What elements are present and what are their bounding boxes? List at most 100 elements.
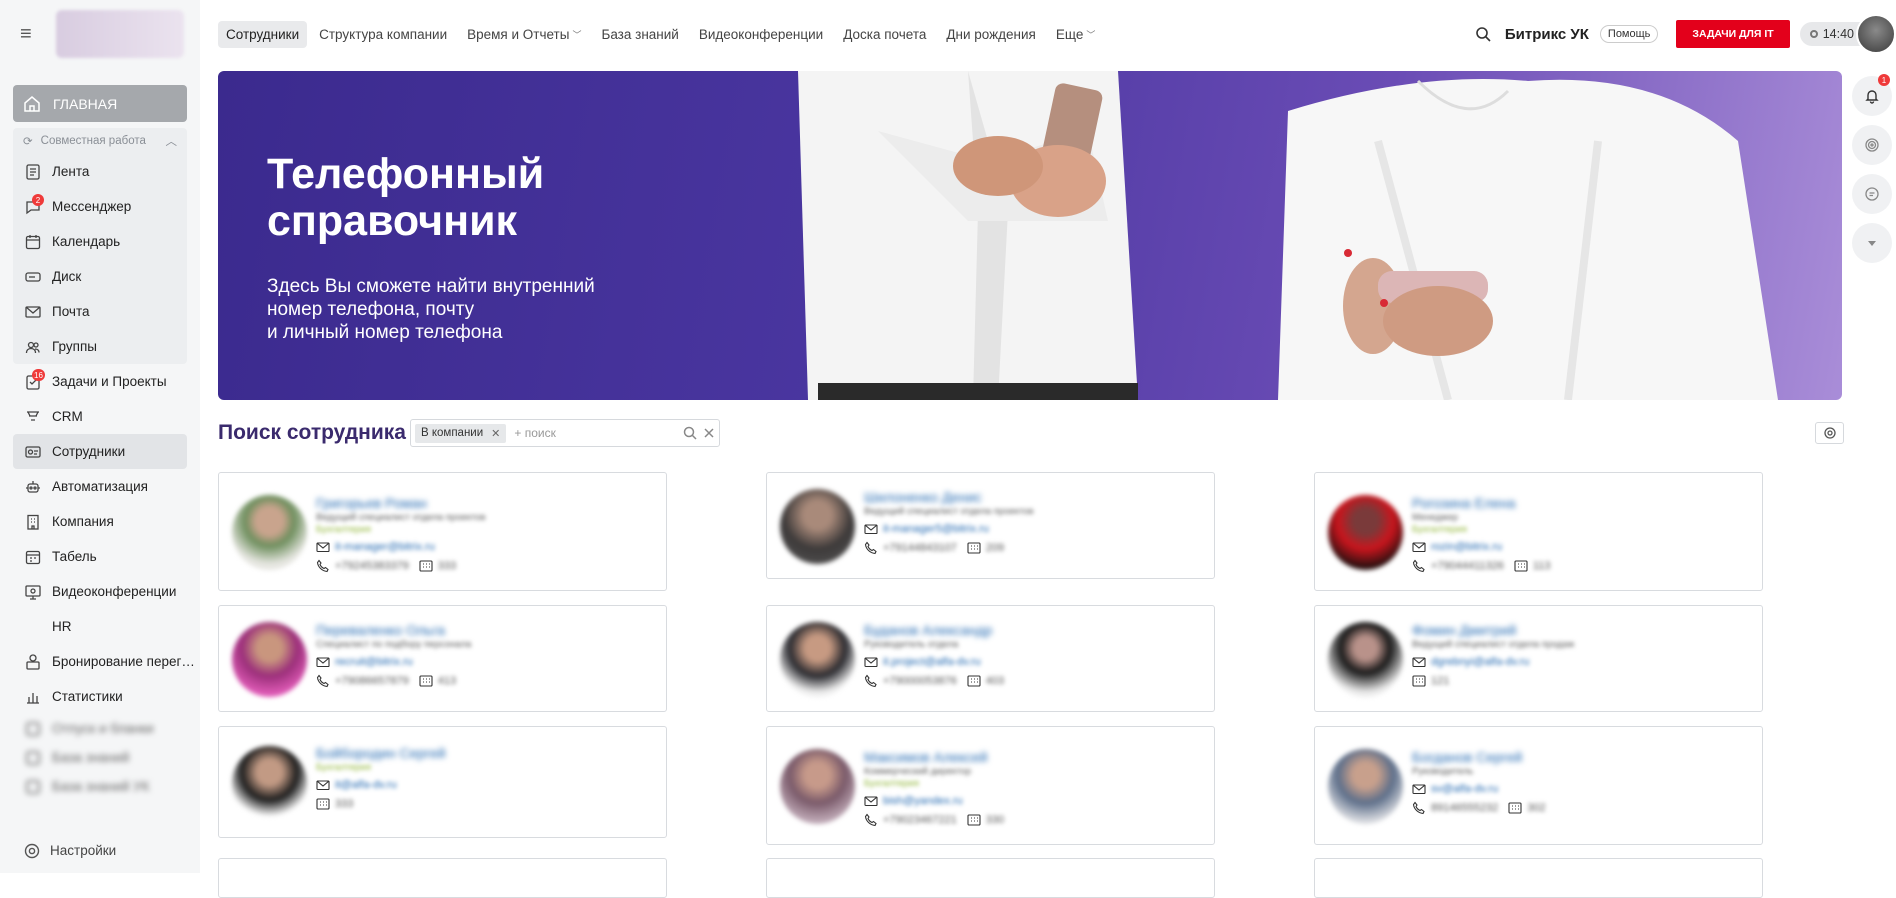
employee-phone[interactable]: +79245383379 bbox=[335, 560, 409, 572]
tab[interactable]: Дни рождения bbox=[938, 21, 1043, 48]
sidebar-item[interactable]: Видеоконференции bbox=[0, 574, 200, 609]
sidebar-item[interactable]: Отпуск и бланки bbox=[0, 714, 200, 743]
tab[interactable]: Сотрудники bbox=[218, 20, 308, 48]
employee-name[interactable]: Переваленко Ольга bbox=[316, 622, 656, 638]
employee-email[interactable]: it-manager5@bitrix.ru bbox=[883, 523, 989, 535]
tab[interactable]: Доска почета bbox=[835, 21, 934, 48]
chat-button[interactable] bbox=[1852, 174, 1892, 214]
employee-card[interactable] bbox=[766, 858, 1215, 898]
notifications-button[interactable]: 1 bbox=[1852, 74, 1892, 116]
menu-icon[interactable]: ≡ bbox=[20, 23, 42, 46]
employee-photo[interactable] bbox=[232, 495, 307, 570]
tab[interactable]: Время и Отчеты ﹀ bbox=[459, 21, 589, 48]
employee-phone[interactable]: +79144843107 bbox=[883, 542, 957, 554]
employee-photo[interactable] bbox=[1328, 622, 1403, 697]
employee-email[interactable]: it.project@alfa-dv.ru bbox=[883, 656, 981, 668]
sidebar-item[interactable]: CRM bbox=[0, 399, 200, 434]
employee-card[interactable]: Григорьев Роман Ведущий специалист отдела… bbox=[218, 472, 667, 591]
employee-extension: 121 bbox=[1431, 674, 1450, 687]
employee-email[interactable]: rozin@bitrix.ru bbox=[1431, 541, 1502, 553]
employee-phone[interactable]: +79023467221 bbox=[883, 814, 957, 826]
tab[interactable]: Видеоконференции bbox=[691, 21, 831, 48]
employee-phone[interactable]: +79000053876 bbox=[883, 675, 957, 687]
employee-card[interactable] bbox=[218, 858, 667, 898]
employee-name[interactable]: Буданов Александр bbox=[864, 622, 1204, 638]
sidebar-item[interactable]: Календарь bbox=[13, 224, 187, 259]
employee-photo[interactable] bbox=[232, 746, 307, 821]
clear-icon[interactable] bbox=[703, 427, 715, 439]
sidebar-item[interactable]: Автоматизация bbox=[0, 469, 200, 504]
employee-name[interactable]: Григорьев Роман bbox=[316, 495, 656, 511]
employee-name[interactable]: Рогозина Елена bbox=[1412, 495, 1752, 511]
filter-chip[interactable]: В компании ✕ bbox=[415, 423, 507, 443]
employee-name[interactable]: Шилоненко Денис bbox=[864, 489, 1204, 505]
employee-photo[interactable] bbox=[232, 622, 307, 697]
employee-card[interactable]: Переваленко Ольга Специалист по подбору п… bbox=[218, 605, 667, 712]
sidebar-item[interactable]: Мессенджер 2 bbox=[13, 189, 187, 224]
sidebar-item[interactable]: HR bbox=[0, 609, 200, 644]
user-avatar[interactable] bbox=[1856, 14, 1896, 54]
sidebar-item-home[interactable]: ГЛАВНАЯ bbox=[13, 85, 187, 122]
employee-info: Шилоненко Денис Ведущий специалист отдела… bbox=[864, 489, 1204, 555]
sidebar-item[interactable]: Сотрудники bbox=[13, 434, 187, 469]
employee-name[interactable]: Богданов Сергей bbox=[1412, 749, 1752, 765]
employee-card[interactable]: Богданов Сергей Руководитель sv@alfa-dv.ru… bbox=[1314, 726, 1763, 845]
employee-email[interactable]: it@alfa-dv.ru bbox=[335, 779, 397, 791]
search-icon[interactable] bbox=[1475, 26, 1491, 42]
employee-card[interactable]: Бойбородин Сергей Бухгалтерия it@alfa-dv.r… bbox=[218, 726, 667, 838]
grid-settings-button[interactable] bbox=[1815, 422, 1844, 444]
copilot-button[interactable] bbox=[1852, 125, 1892, 165]
employee-phone[interactable]: +79044411326 bbox=[1431, 560, 1504, 572]
employee-card[interactable]: Фомин Дмитрий Ведущий специалист отдела п… bbox=[1314, 605, 1763, 712]
employee-photo[interactable] bbox=[780, 489, 855, 564]
sidebar: ≡ ГЛАВНАЯ ⟳ Совместная работа ︿ Лента Мес… bbox=[0, 0, 200, 873]
search-input[interactable]: + поиск bbox=[514, 426, 555, 440]
sidebar-item[interactable]: Задачи и Проекты 16 bbox=[0, 364, 200, 399]
sidebar-item[interactable]: Лента bbox=[13, 154, 187, 189]
company-logo[interactable] bbox=[56, 10, 184, 58]
sidebar-item[interactable]: Табель bbox=[0, 539, 200, 574]
mail-icon bbox=[1412, 782, 1431, 796]
employee-department: Бухгалтерия bbox=[864, 778, 919, 789]
employee-email[interactable]: bish@yandex.ru bbox=[883, 795, 963, 807]
sidebar-item-settings[interactable]: Настройки bbox=[0, 828, 200, 873]
employee-name[interactable]: Фомин Дмитрий bbox=[1412, 622, 1752, 638]
sidebar-item[interactable]: База знаний bbox=[0, 743, 200, 772]
it-tasks-button[interactable]: ЗАДАЧИ ДЛЯ IT bbox=[1676, 20, 1790, 48]
employee-search-filter[interactable]: В компании ✕ + поиск bbox=[410, 419, 720, 447]
employee-photo[interactable] bbox=[780, 622, 855, 697]
sidebar-item[interactable]: Статистики bbox=[0, 679, 200, 714]
employee-card[interactable]: Максимов Алексей Коммерческий директор Бух… bbox=[766, 726, 1215, 845]
sidebar-item[interactable]: База знаний УК bbox=[0, 772, 200, 801]
employee-email[interactable]: dgrebnyi@alfa-dv.ru bbox=[1431, 656, 1529, 668]
chip-close-icon[interactable]: ✕ bbox=[491, 427, 500, 440]
employee-phone[interactable]: 89146555232 bbox=[1431, 802, 1498, 814]
employee-email[interactable]: recruit@bitrix.ru bbox=[335, 656, 413, 668]
sidebar-group-collaboration[interactable]: ⟳ Совместная работа ︿ bbox=[13, 128, 187, 154]
employee-email[interactable]: sv@alfa-dv.ru bbox=[1431, 783, 1498, 795]
employee-phone[interactable]: +79086657879 bbox=[335, 675, 409, 687]
help-button[interactable]: Помощь bbox=[1599, 25, 1659, 43]
employee-name[interactable]: Максимов Алексей bbox=[864, 749, 1204, 765]
tab[interactable]: База знаний bbox=[593, 21, 686, 48]
tab[interactable]: Еще ﹀ bbox=[1048, 21, 1103, 48]
sidebar-item[interactable]: Диск bbox=[13, 259, 187, 294]
employee-card[interactable]: Шилоненко Денис Ведущий специалист отдела… bbox=[766, 472, 1215, 579]
sidebar-item[interactable]: Почта bbox=[13, 294, 187, 329]
employee-photo[interactable] bbox=[1328, 495, 1403, 570]
search-icon[interactable] bbox=[683, 426, 697, 440]
company-name[interactable]: Битрикс УК bbox=[1505, 26, 1589, 43]
employee-card[interactable]: Рогозина Елена Менеджер Бухгалтерия rozin@b… bbox=[1314, 472, 1763, 591]
employee-card[interactable]: Буданов Александр Руководитель отдела it.p… bbox=[766, 605, 1215, 712]
employee-photo[interactable] bbox=[780, 749, 855, 824]
phone-icon bbox=[1412, 801, 1431, 815]
employee-name[interactable]: Бойбородин Сергей bbox=[316, 745, 656, 761]
sidebar-item[interactable]: Группы bbox=[13, 329, 187, 364]
employee-email[interactable]: it-manager@bitrix.ru bbox=[335, 541, 435, 553]
sidebar-item[interactable]: Компания bbox=[0, 504, 200, 539]
employee-card[interactable] bbox=[1314, 858, 1763, 898]
employee-photo[interactable] bbox=[1328, 749, 1403, 824]
sidebar-item[interactable]: Бронирование перег… bbox=[0, 644, 200, 679]
more-button[interactable] bbox=[1852, 223, 1892, 263]
tab[interactable]: Структура компании bbox=[311, 21, 455, 48]
